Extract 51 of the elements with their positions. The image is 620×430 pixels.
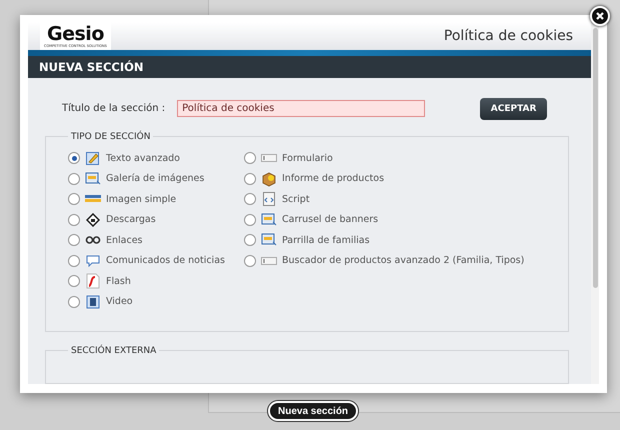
radio-button[interactable] [244, 214, 256, 226]
radio-button[interactable] [68, 254, 80, 267]
radio-button[interactable] [68, 152, 80, 164]
option-label: Flash [106, 276, 131, 287]
option-label: Parrilla de familias [282, 234, 370, 246]
image-gallery-icon [85, 172, 101, 186]
link-icon [85, 236, 101, 244]
option-label: Comunicados de noticias [106, 255, 225, 266]
radio-button[interactable] [68, 296, 80, 308]
title-input[interactable]: Política de cookies [177, 100, 426, 118]
image-icon [85, 194, 101, 204]
banner-carousel-icon [261, 212, 277, 227]
option-label: Imagen simple [106, 194, 176, 205]
option-label: Carrusel de banners [282, 214, 378, 226]
group-legend: TIPO DE SECCIÓN [68, 132, 154, 142]
logo-text: Gesio [47, 24, 104, 44]
radio-button[interactable] [68, 172, 80, 185]
radio-button[interactable] [244, 254, 256, 267]
radio-button[interactable] [68, 234, 80, 246]
film-icon [86, 294, 100, 309]
option-label: Formulario [282, 152, 333, 164]
option-label: Galería de imágenes [106, 173, 204, 184]
option-label: Texto avanzado [106, 152, 180, 164]
section-title: NUEVA SECCIÓN [39, 60, 144, 74]
speech-bubble-icon [86, 254, 100, 267]
script-file-icon [263, 192, 275, 206]
option-label: Descargas [106, 214, 156, 226]
field-label: Título de la sección : [62, 103, 166, 114]
new-section-button[interactable]: Nueva sección [268, 401, 358, 421]
flash-icon [86, 273, 100, 290]
option-label: Video [106, 296, 133, 308]
accept-button[interactable]: ACEPTAR [480, 98, 548, 120]
header-title: Política de cookies [444, 28, 573, 44]
radio-button[interactable] [68, 193, 80, 206]
radio-button[interactable] [68, 275, 80, 288]
option-label: Script [282, 194, 310, 205]
option-label: Enlaces [106, 234, 143, 246]
download-icon [86, 212, 100, 227]
group-legend: SECCIÓN EXTERNA [68, 346, 160, 356]
option-label: Buscador de productos avanzado 2 (Familia, Tipos) [282, 255, 524, 266]
edit-document-icon [86, 151, 100, 166]
option-label: Informe de productos [282, 173, 384, 184]
package-icon [261, 170, 277, 187]
radio-button[interactable] [244, 152, 256, 164]
radio-button[interactable] [244, 172, 256, 185]
search-field-icon [261, 256, 277, 266]
radio-button[interactable] [244, 234, 256, 246]
radio-button[interactable] [244, 193, 256, 206]
form-field-icon [261, 153, 277, 164]
grid-icon [261, 233, 277, 248]
radio-button[interactable] [68, 214, 80, 226]
